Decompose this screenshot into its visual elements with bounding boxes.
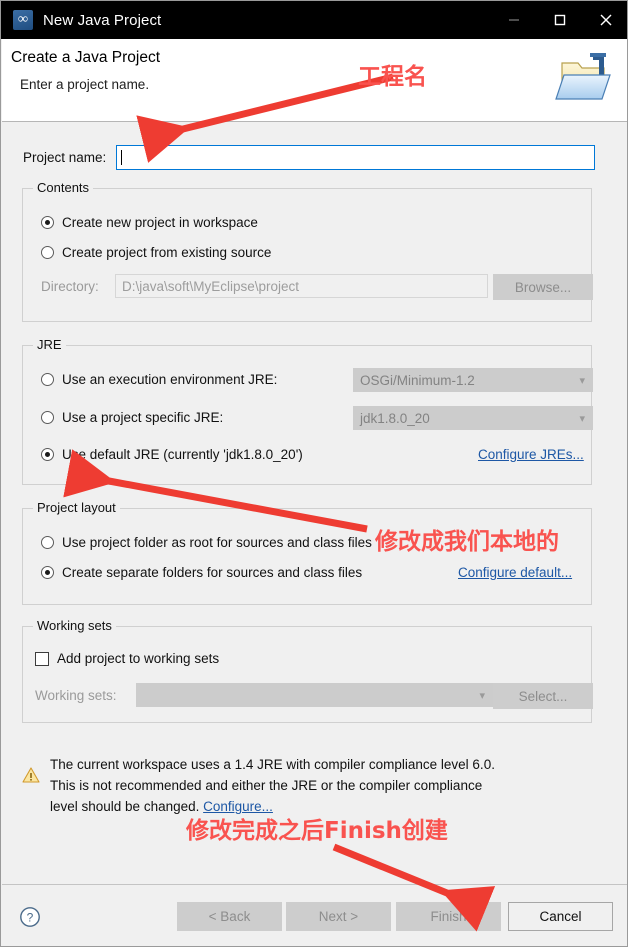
combo-value: OSGi/Minimum-1.2 (360, 372, 475, 388)
new-java-project-folder-icon (554, 47, 620, 109)
radio-label: Create new project in workspace (62, 215, 258, 230)
working-sets-group: Working sets Add project to working sets… (22, 618, 593, 723)
checkbox-indicator (35, 651, 49, 666)
window-controls (491, 1, 627, 39)
warning-line-3: level should be changed. (50, 799, 204, 814)
dialog-header: Create a Java Project Enter a project na… (2, 39, 627, 122)
minimize-icon[interactable] (491, 1, 537, 39)
radio-label: Use a project specific JRE: (62, 410, 224, 425)
radio-project-specific-jre[interactable]: Use a project specific JRE: (41, 410, 223, 425)
radio-create-new-workspace[interactable]: Create new project in workspace (41, 215, 258, 230)
project-name-label: Project name: (23, 149, 107, 165)
help-question-icon[interactable]: ? (19, 906, 41, 928)
radio-label: Use an execution environment JRE: (62, 372, 278, 387)
directory-label: Directory: (41, 279, 99, 294)
page-subtitle: Enter a project name. (20, 77, 150, 92)
contents-legend: Contents (33, 180, 94, 195)
chevron-down-icon: ▾ (579, 374, 585, 387)
radio-indicator (41, 448, 54, 461)
configure-default-link[interactable]: Configure default... (458, 565, 572, 580)
dialog-footer: ? < Back Next > Finish Cancel (2, 884, 627, 946)
execution-environment-combo[interactable]: OSGi/Minimum-1.2 ▾ (353, 368, 593, 392)
warning-message: The current workspace uses a 1.4 JRE wit… (22, 754, 612, 817)
checkbox-label: Add project to working sets (57, 651, 220, 666)
radio-indicator (41, 216, 54, 229)
page-title: Create a Java Project (11, 49, 161, 66)
jre-legend: JRE (33, 337, 66, 352)
select-working-sets-button[interactable]: Select... (493, 683, 593, 709)
radio-label: Create project from existing source (62, 245, 272, 260)
jre-group: JRE Use an execution environment JRE: OS… (22, 337, 593, 485)
radio-indicator (41, 536, 54, 549)
configure-link[interactable]: Configure... (203, 799, 273, 814)
checkbox-add-project-to-working-sets[interactable]: Add project to working sets (35, 651, 219, 666)
radio-create-from-existing-source[interactable]: Create project from existing source (41, 245, 271, 260)
radio-label: Use default JRE (currently 'jdk1.8.0_20'… (62, 447, 303, 462)
radio-indicator (41, 566, 54, 579)
project-specific-jre-combo[interactable]: jdk1.8.0_20 ▾ (353, 406, 593, 430)
finish-button[interactable]: Finish (396, 902, 501, 931)
window-titlebar: ∞ New Java Project (1, 1, 627, 39)
new-java-project-dialog: ∞ New Java Project Create a Java Project… (0, 0, 628, 947)
working-sets-legend: Working sets (33, 618, 116, 633)
radio-default-jre[interactable]: Use default JRE (currently 'jdk1.8.0_20'… (41, 447, 303, 462)
radio-indicator (41, 411, 54, 424)
configure-jres-link[interactable]: Configure JREs... (478, 447, 584, 462)
radio-label: Use project folder as root for sources a… (62, 535, 372, 550)
combo-value: jdk1.8.0_20 (360, 410, 430, 426)
cancel-button[interactable]: Cancel (508, 902, 613, 931)
radio-execution-environment-jre[interactable]: Use an execution environment JRE: (41, 372, 277, 387)
working-sets-label: Working sets: (35, 688, 117, 703)
svg-text:?: ? (27, 911, 34, 925)
chevron-down-icon: ▾ (579, 412, 585, 425)
radio-label: Create separate folders for sources and … (62, 565, 363, 580)
myeclipse-icon: ∞ (13, 10, 33, 30)
radio-project-folder-root[interactable]: Use project folder as root for sources a… (41, 535, 372, 550)
radio-indicator (41, 246, 54, 259)
warning-triangle-icon (22, 766, 40, 784)
project-layout-legend: Project layout (33, 500, 120, 515)
radio-separate-folders[interactable]: Create separate folders for sources and … (41, 565, 362, 580)
project-layout-group: Project layout Use project folder as roo… (22, 500, 592, 605)
browse-button[interactable]: Browse... (493, 274, 593, 300)
working-sets-combo[interactable]: ▾ (136, 683, 493, 707)
radio-indicator (41, 373, 54, 386)
text-caret (121, 149, 123, 165)
maximize-icon[interactable] (537, 1, 583, 39)
chevron-down-icon: ▾ (479, 689, 485, 702)
warning-text: The current workspace uses a 1.4 JRE wit… (50, 754, 495, 817)
warning-line-1: The current workspace uses a 1.4 JRE wit… (50, 757, 495, 772)
dialog-body: Project name: Contents Create new projec… (2, 122, 627, 884)
warning-line-2: This is not recommended and either the J… (50, 778, 483, 793)
project-name-input[interactable] (116, 144, 596, 170)
close-icon[interactable] (583, 1, 627, 39)
next-button[interactable]: Next > (286, 902, 391, 931)
window-title: New Java Project (43, 11, 162, 29)
project-name-row: Project name: (2, 144, 627, 170)
directory-input[interactable]: D:\java\soft\MyEclipse\project (115, 274, 488, 298)
back-button[interactable]: < Back (177, 902, 282, 931)
contents-group: Contents Create new project in workspace… (22, 180, 593, 322)
